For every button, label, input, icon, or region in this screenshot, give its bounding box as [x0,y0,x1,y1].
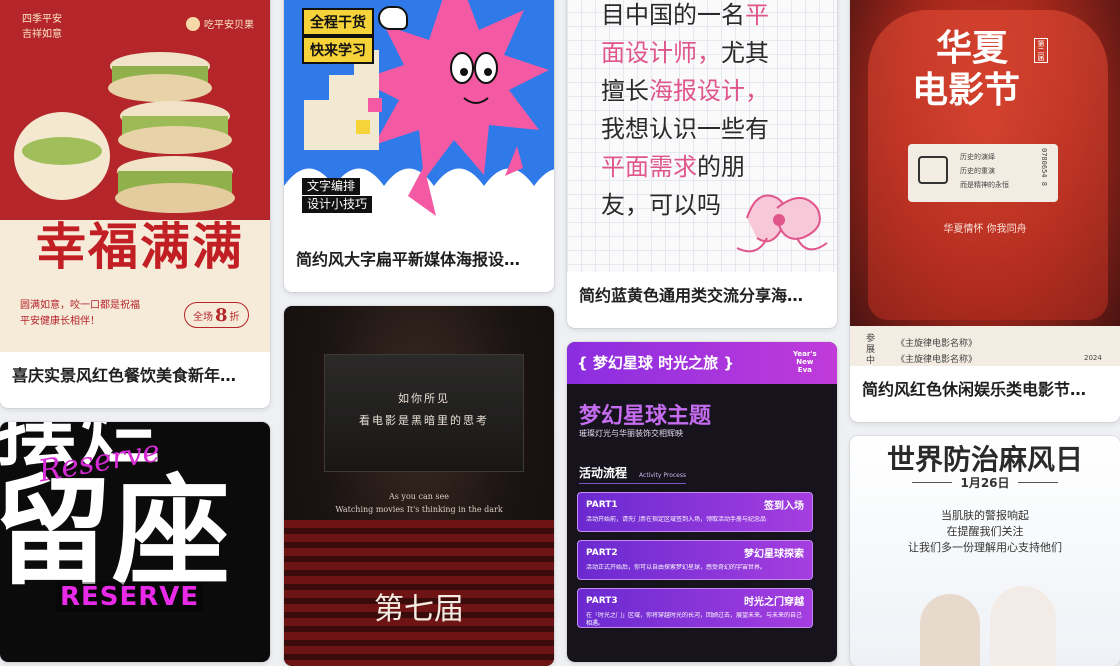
poster-thumbnail: 世界防治麻风日 1月26日 当肌肤的警报响起 在提醒我们关注 让我们多一份理解用… [850,436,1120,666]
poster-subtitle: 璀璨灯光与华丽装饰交相辉映 [579,429,683,438]
template-card-film-festival[interactable]: 华夏 电影节 第二届 历史的演绎 历史的重演 而是精神的永恒 0780654 8… [850,0,1120,422]
part-number: PART3 [586,595,618,606]
part-number: PART2 [586,547,618,558]
poster-thumbnail: { 梦幻星球 时光之旅 } Year's New Eva 梦幻星球主题 璀璨灯光… [567,342,837,662]
festival-year: 2024 [1084,354,1102,362]
handwritten-fragment: 面设计师， [601,39,721,67]
handwritten-fragment: 友，可以吗 [601,191,721,219]
part-number: PART1 [586,499,618,510]
hand-pointer-icon [378,6,408,30]
poster-line-2: 在提醒我们关注 [946,525,1024,538]
poster-thumbnail: 目中国的一名平 面设计师，尤其 擅长海报设计， 我想认识一些有 平面需求的朋 友，可以吗 [567,0,837,272]
poster-title: 梦幻星球主题 [579,404,712,429]
poster-blessing-1: 四季平安 [22,14,62,25]
corner-text-3: Eva [797,366,812,374]
side-char-1: 参 [866,334,876,344]
poster-line-1: 当肌肤的警报响起 [941,509,1029,522]
poster-thumbnail: 四季平安 吉祥如意 吃平安贝果 幸福满满 圆满如意，咬一口都是祝福 平安健康长相… [0,0,270,352]
activity-part: PART2 梦幻星球探索活动正式开始后，你可以自由探索梦幻星球，感受奇幻的宇宙世界… [577,540,813,580]
part-name: 签到入场 [764,501,804,512]
side-char-2: 展 [866,345,876,355]
template-card-cinema[interactable]: 如你所见 看电影是黑暗里的思考 As you can see Watching … [284,306,554,666]
doctor-photo [990,586,1056,666]
handwritten-fragment: 我想认识一些有 [601,115,769,143]
handwritten-fragment: 目中国的一名 [601,1,745,29]
poster-sub-1: 圆满如意，咬一口都是祝福 [20,300,140,311]
flow-label-en: Activity Process [639,472,687,479]
part-description: 活动开始前，请先门票在指定区域签到入场，领取活动手册与纪念品 [586,516,767,523]
ticket-number: 0780654 8 [1040,148,1048,186]
template-card-leprosy-day[interactable]: 世界防治麻风日 1月26日 当肌肤的警报响起 在提醒我们关注 让我们多一份理解用… [850,436,1120,666]
poster-sub-2: 平安健康长相伴！ [20,316,100,327]
card-title: 喜庆实景风红色餐饮美食新年… [0,352,270,400]
activity-part: PART1 签到入场活动开始前，请先门票在指定区域签到入场，领取活动手册与纪念品 [577,492,813,532]
template-card-reserve[interactable]: 摆烂 留座 Reserve RESERVE [0,422,270,662]
poster-tag-1: 全程干货 [302,8,374,36]
discount-badge: 全场 8 折 [184,302,249,328]
handwritten-fragment: 尤其 [721,39,769,67]
ticket-line-2: 历史的重演 [960,167,995,175]
poster-banner: RESERVE [56,582,204,612]
ribbon-gift-icon [736,194,828,253]
handwritten-line: 目中国的一名平 [601,0,769,34]
english-line-1: As you can see [389,492,449,501]
poster-thumbnail: 摆烂 留座 Reserve RESERVE [0,422,270,662]
template-card-flat-typography[interactable]: 全程干货 快来学习 文字编排 设计小技巧 简约风大字扁平新媒体海报设… [284,0,554,292]
poster-edition: 第七届 [374,592,464,627]
screen-line-1: 如你所见 [398,392,450,405]
side-char-3: 中 [866,356,876,366]
poster-headline: 幸福满满 [36,217,244,276]
poster-header: { 梦幻星球 时光之旅 } [577,354,735,372]
handwritten-line: 面设计师，尤其 [601,34,769,72]
festival-edition: 第二届 [1034,38,1048,63]
part-name: 梦幻星球探索 [744,549,804,560]
festival-slogan: 华夏情怀 你我同舟 [943,224,1027,235]
flow-label: 活动流程 [579,466,628,480]
poster-date: 1月26日 [960,476,1010,490]
handwritten-fragment: 擅长 [601,77,649,105]
ticket-card: 历史的演绎 历史的重演 而是精神的永恒 0780654 8 [908,144,1058,202]
card-title: 简约蓝黄色通用类交流分享海… [567,272,837,320]
card-title: 简约风大字扁平新媒体海报设… [284,236,554,284]
film-item-1: 《主旋律电影名称》 [896,339,978,349]
template-card-dream-planet[interactable]: { 梦幻星球 时光之旅 } Year's New Eva 梦幻星球主题 璀璨灯光… [567,342,837,662]
card-title: 简约风红色休闲娱乐类电影节… [850,366,1120,414]
poster-thumbnail: 华夏 电影节 第二届 历史的演绎 历史的重演 而是精神的永恒 0780654 8… [850,0,1120,366]
film-projector-icon [918,156,948,184]
film-item-2: 《主旋律电影名称》 [896,355,978,365]
handwritten-line: 我想认识一些有 [601,110,769,148]
poster-thumbnail: 全程干货 快来学习 文字编排 设计小技巧 [284,0,554,236]
poster-tag-4: 设计小技巧 [302,196,373,213]
part-name: 时光之门穿越 [744,597,804,608]
poster-thumbnail: 如你所见 看电影是黑暗里的思考 As you can see Watching … [284,306,554,666]
ticket-line-3: 而是精神的永恒 [960,181,1009,189]
corner-text-1: Year's [793,350,817,358]
screen-line-2: 看电影是黑暗里的思考 [359,414,489,427]
activity-parts-list: PART1 签到入场 活动开始前，请先门票在指定区域签到入场，领取活动手册与纪念品 P… [577,492,813,636]
poster-brand: 吃平安贝果 [204,20,254,31]
handwritten-fragment: 平 [745,1,769,29]
poster-headline-bottom: 留座 [0,462,231,601]
festival-title-1: 华夏 [936,27,1009,69]
handwritten-fragment: 平面需求 [601,153,697,181]
ticket-line-1: 历史的演绎 [960,153,995,161]
poster-tag-2: 快来学习 [302,36,374,64]
patient-photo [920,594,980,666]
poster-title: 世界防治麻风日 [886,443,1083,476]
template-card-handwritten[interactable]: 目中国的一名平 面设计师，尤其 擅长海报设计， 我想认识一些有 平面需求的朋 友，可以吗 … [567,0,837,328]
handwritten-fragment: 海报设计， [649,77,769,105]
part-description: 在「时光之门」区域，你将穿越时光的长河，回顾过去，展望未来。与未来的自己相遇。 [586,612,803,627]
activity-part: PART3 时光之门穿越在「时光之门」区域，你将穿越时光的长河，回顾过去，展望未来… [577,588,813,628]
handwritten-line: 擅长海报设计， [601,72,769,110]
festival-title-2: 电影节 [912,69,1021,111]
english-line-2: Watching movies It's thinking in the dar… [335,505,503,514]
poster-line-3: 让我们多一份理解用心支持他们 [908,541,1062,554]
part-description: 活动正式开始后，你可以自由探索梦幻星球，感受奇幻的宇宙世界。 [586,564,767,571]
corner-text-2: New [796,358,814,366]
brand-logo-icon [186,16,200,31]
poster-tag-3: 文字编排 [302,178,361,195]
bagel-stack-image [14,52,235,213]
template-card-bagel-new-year[interactable]: 四季平安 吉祥如意 吃平安贝果 幸福满满 圆满如意，咬一口都是祝福 平安健康长相… [0,0,270,408]
